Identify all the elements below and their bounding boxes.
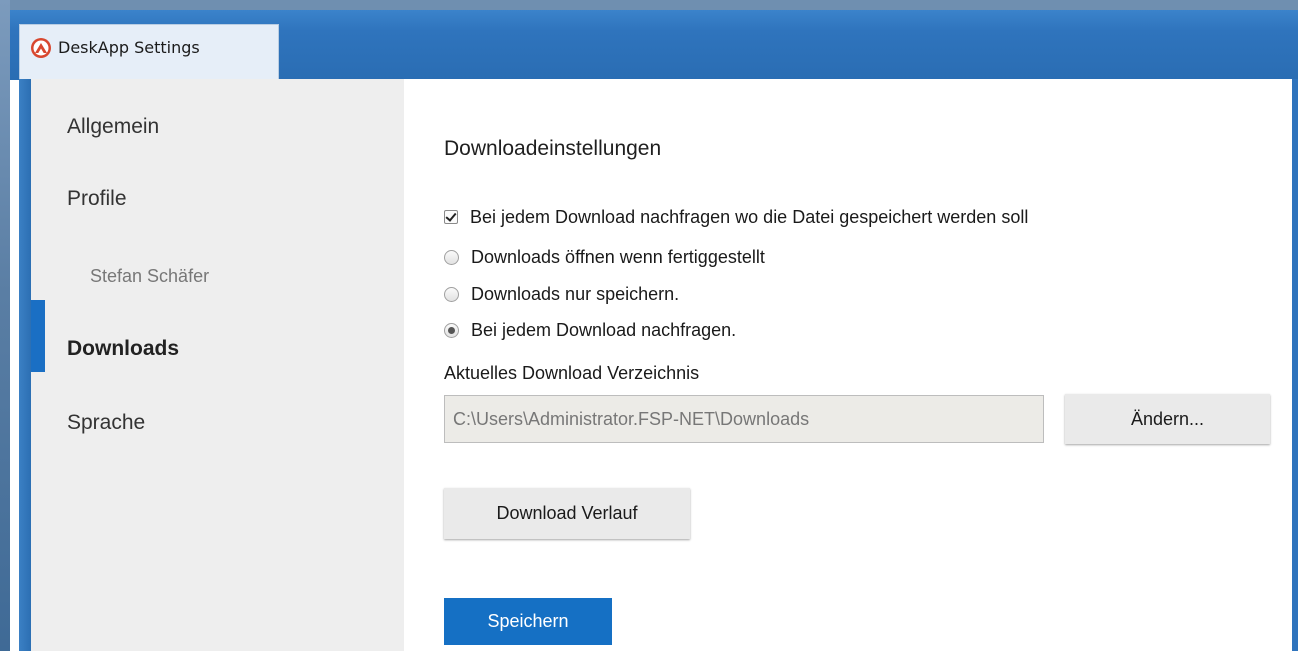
save-only-option[interactable]: Downloads nur speichern.: [444, 282, 679, 306]
downloads-panel: Downloadeinstellungen Bei jedem Download…: [404, 79, 1292, 651]
change-directory-button[interactable]: Ändern...: [1065, 394, 1270, 444]
sidebar-item-allgemein[interactable]: Allgemein: [67, 115, 159, 139]
download-history-button[interactable]: Download Verlauf: [444, 488, 690, 539]
save-only-label: Downloads nur speichern.: [471, 283, 680, 304]
window-title: DeskApp Settings: [58, 38, 200, 57]
sidebar-item-profile-stefan[interactable]: Stefan Schäfer: [90, 266, 209, 287]
active-indicator: [31, 300, 45, 372]
desktop-background: [0, 0, 10, 651]
download-directory-field[interactable]: [444, 395, 1044, 443]
ask-location-label: Bei jedem Download nachfragen wo die Dat…: [470, 206, 1029, 227]
section-title: Downloadeinstellungen: [444, 137, 662, 160]
window-frame-left: [19, 79, 31, 651]
ask-location-checkbox[interactable]: [444, 210, 458, 224]
save-only-radio[interactable]: [444, 286, 459, 302]
sidebar-item-downloads[interactable]: Downloads: [67, 337, 179, 361]
window-frame-right: [1292, 79, 1298, 651]
always-ask-radio[interactable]: [444, 322, 459, 338]
always-ask-label: Bei jedem Download nachfragen.: [471, 319, 737, 340]
sidebar: Allgemein Profile Stefan Schäfer Downloa…: [31, 79, 404, 651]
radio-selected-dot: [448, 326, 455, 334]
save-button[interactable]: Speichern: [444, 598, 612, 645]
checkmark-icon: [445, 210, 457, 222]
sidebar-item-profile[interactable]: Profile: [67, 187, 127, 211]
always-ask-option[interactable]: Bei jedem Download nachfragen.: [444, 318, 736, 342]
open-when-finished-radio[interactable]: [444, 249, 459, 265]
open-when-finished-label: Downloads öffnen wenn fertiggestellt: [471, 246, 765, 267]
app-logo-icon: [30, 37, 52, 59]
download-directory-label: Aktuelles Download Verzeichnis: [444, 363, 700, 383]
open-when-finished-option[interactable]: Downloads öffnen wenn fertiggestellt: [444, 245, 765, 269]
title-bar[interactable]: DeskApp Settings: [10, 10, 1298, 80]
settings-window: DeskApp Settings Allgemein Profile Stefa…: [10, 10, 1298, 651]
sidebar-item-sprache[interactable]: Sprache: [67, 411, 145, 435]
ask-location-option[interactable]: Bei jedem Download nachfragen wo die Dat…: [444, 205, 1028, 229]
